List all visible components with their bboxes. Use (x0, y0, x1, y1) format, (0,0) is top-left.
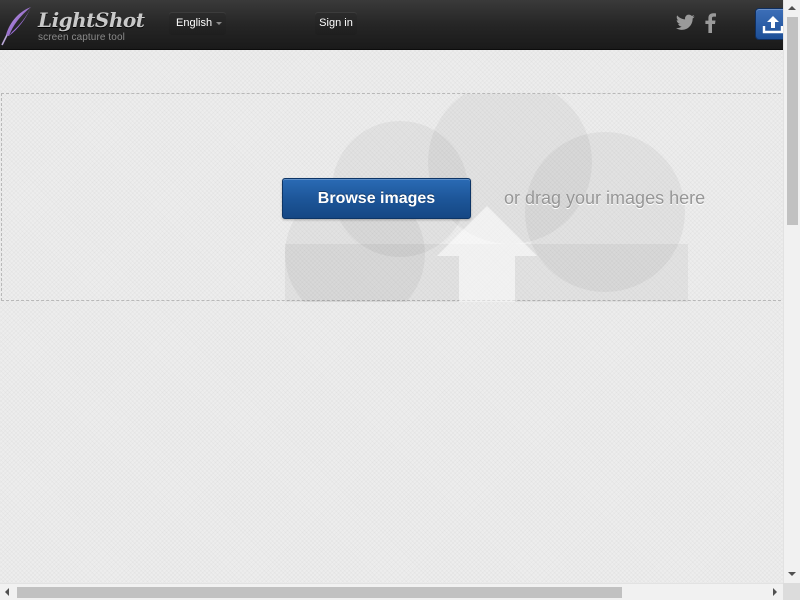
vertical-scroll-thumb[interactable] (787, 17, 798, 225)
language-selected-value: English (176, 17, 213, 29)
logo-title: LightShot (38, 8, 145, 32)
logo-subtitle: screen capture tool (38, 32, 125, 43)
scroll-left-arrow-icon[interactable] (0, 584, 17, 600)
chevron-down-icon (216, 22, 222, 25)
scroll-down-arrow-icon[interactable] (784, 566, 800, 583)
top-header-bar: LightShot screen capture tool English Si… (0, 0, 783, 50)
scroll-up-arrow-icon[interactable] (784, 0, 800, 17)
vertical-scrollbar[interactable] (783, 0, 800, 583)
horizontal-scroll-thumb[interactable] (17, 587, 622, 598)
drag-images-hint: or drag your images here (504, 188, 706, 208)
page-viewport: LightShot screen capture tool English Si… (0, 0, 783, 583)
sign-in-button[interactable]: Sign in (315, 12, 357, 35)
lightshot-logo[interactable]: LightShot screen capture tool (0, 3, 145, 47)
horizontal-scrollbar[interactable] (0, 583, 783, 600)
language-select[interactable]: English (169, 12, 226, 35)
feather-icon (1, 7, 31, 46)
scrollbar-corner (783, 583, 800, 600)
twitter-icon[interactable] (676, 14, 695, 31)
facebook-icon[interactable] (704, 13, 716, 33)
image-drop-zone[interactable]: Browse images or drag your images here (1, 93, 783, 302)
upload-icon (762, 16, 783, 34)
browse-images-button[interactable]: Browse images (282, 178, 471, 219)
scroll-right-arrow-icon[interactable] (766, 584, 783, 600)
upload-button[interactable] (755, 8, 783, 40)
